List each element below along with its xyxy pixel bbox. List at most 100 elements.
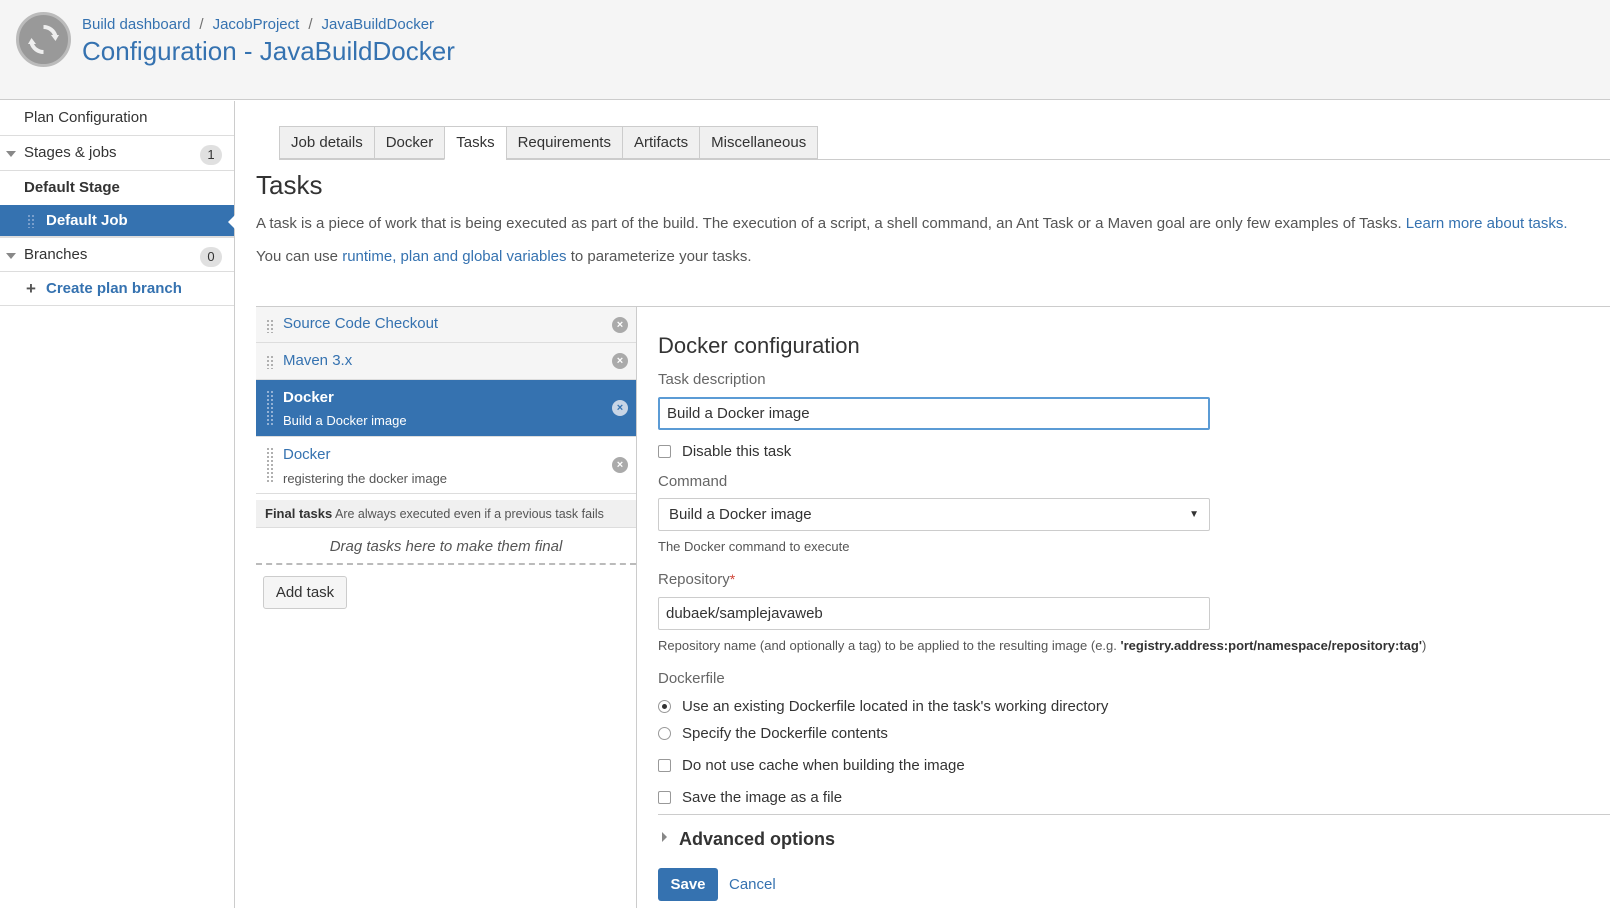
disable-task-checkbox[interactable] — [658, 445, 671, 458]
tab-requirements[interactable]: Requirements — [505, 126, 622, 159]
drag-handle-icon[interactable] — [27, 214, 35, 228]
advanced-divider — [658, 814, 1610, 815]
panel-divider — [636, 307, 637, 908]
task-item[interactable]: Docker registering the docker image × — [256, 437, 636, 494]
cancel-link[interactable]: Cancel — [729, 876, 776, 893]
sidebar-item-label: Stages & jobs — [24, 144, 117, 161]
task-name[interactable]: Maven 3.x — [283, 352, 352, 369]
command-selected-value: Build a Docker image — [669, 506, 812, 523]
repository-hint-example: 'registry.address:port/namespace/reposit… — [1120, 638, 1422, 653]
repository-label-text: Repository — [658, 571, 730, 588]
sidebar-item-label: Default Job — [46, 212, 128, 229]
create-plan-branch-link[interactable]: Create plan branch — [46, 272, 182, 305]
disable-task-label: Disable this task — [682, 443, 792, 460]
dockerfile-existing-label: Use an existing Dockerfile located in th… — [682, 698, 1109, 715]
disable-task-row[interactable]: Disable this task — [658, 443, 791, 460]
advanced-options-label: Advanced options — [679, 829, 836, 849]
advanced-options-toggle[interactable]: Advanced options — [662, 829, 835, 850]
save-file-row[interactable]: Save the image as a file — [658, 789, 842, 806]
dropdown-caret-icon: ▼ — [1189, 509, 1199, 520]
task-item-selected[interactable]: Docker Build a Docker image × — [256, 380, 636, 437]
bamboo-logo-icon[interactable] — [16, 12, 71, 67]
final-tasks-drop-zone[interactable]: Drag tasks here to make them final — [256, 529, 636, 565]
tab-docker[interactable]: Docker — [373, 126, 445, 159]
tasks-heading: Tasks — [256, 170, 323, 200]
job-tabs: Job details Docker Tasks Requirements Ar… — [279, 126, 819, 160]
sidebar: Plan Configuration Stages & jobs 1 Defau… — [0, 101, 235, 908]
sidebar-item-plan-configuration[interactable]: Plan Configuration — [0, 101, 234, 136]
sidebar-item-default-stage[interactable]: Default Stage — [0, 171, 234, 205]
drag-handle-icon[interactable] — [266, 447, 274, 483]
task-item[interactable]: Maven 3.x × — [256, 343, 636, 380]
command-label: Command — [658, 473, 728, 490]
dockerfile-existing-radio[interactable] — [658, 700, 671, 713]
sidebar-item-default-job[interactable]: Default Job — [0, 205, 235, 237]
variables-description-prefix: You can use — [256, 248, 339, 265]
stages-count-badge: 1 — [200, 145, 222, 165]
dockerfile-specify-label: Specify the Dockerfile contents — [682, 725, 888, 742]
sidebar-item-label: Plan Configuration — [24, 109, 148, 126]
command-hint: The Docker command to execute — [658, 539, 850, 554]
task-item[interactable]: Source Code Checkout × — [256, 307, 636, 343]
repository-input[interactable] — [658, 597, 1210, 630]
save-file-checkbox[interactable] — [658, 791, 671, 804]
tab-tasks[interactable]: Tasks — [444, 126, 506, 160]
drag-handle-icon[interactable] — [266, 355, 274, 369]
breadcrumb-plan[interactable]: JavaBuildDocker — [321, 16, 434, 33]
task-name[interactable]: Docker — [283, 389, 334, 406]
add-task-button[interactable]: Add task — [263, 576, 347, 609]
repository-label: Repository* — [658, 571, 735, 588]
variables-link[interactable]: runtime, plan and global variables — [342, 248, 566, 265]
variables-description: You can use runtime, plan and global var… — [256, 248, 752, 265]
save-button[interactable]: Save — [658, 868, 718, 901]
dockerfile-option-specify[interactable]: Specify the Dockerfile contents — [658, 725, 888, 742]
tab-miscellaneous[interactable]: Miscellaneous — [699, 126, 819, 159]
remove-task-icon[interactable]: × — [612, 353, 628, 369]
command-select[interactable]: Build a Docker image ▼ — [658, 498, 1210, 531]
final-tasks-label: Final tasks — [265, 506, 333, 521]
task-name[interactable]: Source Code Checkout — [283, 315, 438, 332]
tab-job-details[interactable]: Job details — [279, 126, 374, 159]
no-cache-row[interactable]: Do not use cache when building the image — [658, 757, 965, 774]
dockerfile-label: Dockerfile — [658, 670, 725, 687]
breadcrumb-separator: / — [308, 16, 313, 33]
remove-task-icon[interactable]: × — [612, 457, 628, 473]
variables-description-suffix: to parameterize your tasks. — [570, 248, 752, 265]
sidebar-item-create-plan-branch[interactable]: + Create plan branch — [0, 272, 234, 306]
expand-arrow-icon — [662, 832, 667, 842]
sidebar-item-label: Branches — [24, 246, 88, 263]
repository-hint-text: Repository name (and optionally a tag) t… — [658, 638, 1117, 653]
plus-icon: + — [26, 279, 36, 298]
learn-more-link[interactable]: Learn more about tasks. — [1406, 215, 1568, 232]
remove-task-icon[interactable]: × — [612, 317, 628, 333]
breadcrumb: Build dashboard / JacobProject / JavaBuildDo… — [82, 16, 434, 33]
breadcrumb-project[interactable]: JacobProject — [213, 16, 300, 33]
no-cache-checkbox[interactable] — [658, 759, 671, 772]
remove-task-icon[interactable]: × — [612, 400, 628, 416]
task-subtitle: Build a Docker image — [283, 413, 407, 428]
sidebar-item-stages-jobs[interactable]: Stages & jobs 1 — [0, 136, 234, 171]
sidebar-item-label: Default Stage — [24, 179, 120, 196]
page-header: Build dashboard / JacobProject / JavaBuildDo… — [0, 0, 1610, 100]
sidebar-item-branches[interactable]: Branches 0 — [0, 237, 234, 272]
repository-hint-suffix: ) — [1421, 638, 1427, 653]
final-tasks-header: Final tasks Are always executed even if … — [256, 500, 636, 528]
docker-configuration-title: Docker configuration — [658, 333, 860, 358]
drag-handle-icon[interactable] — [266, 390, 274, 426]
task-description-input[interactable] — [658, 397, 1210, 430]
repository-hint: Repository name (and optionally a tag) t… — [658, 638, 1426, 653]
drag-handle-icon[interactable] — [266, 319, 274, 333]
breadcrumb-build-dashboard[interactable]: Build dashboard — [82, 16, 190, 33]
no-cache-label: Do not use cache when building the image — [682, 757, 965, 774]
tab-artifacts[interactable]: Artifacts — [621, 126, 700, 159]
task-name[interactable]: Docker — [283, 446, 331, 463]
final-tasks-note: Are always executed even if a previous t… — [335, 507, 604, 521]
tasks-description: A task is a piece of work that is being … — [256, 215, 1568, 232]
collapse-triangle-icon[interactable] — [6, 253, 16, 259]
breadcrumb-separator: / — [199, 16, 204, 33]
collapse-triangle-icon[interactable] — [6, 151, 16, 157]
page-title: Configuration - JavaBuildDocker — [82, 36, 455, 66]
dockerfile-specify-radio[interactable] — [658, 727, 671, 740]
task-subtitle: registering the docker image — [283, 471, 448, 486]
dockerfile-option-existing[interactable]: Use an existing Dockerfile located in th… — [658, 698, 1108, 715]
